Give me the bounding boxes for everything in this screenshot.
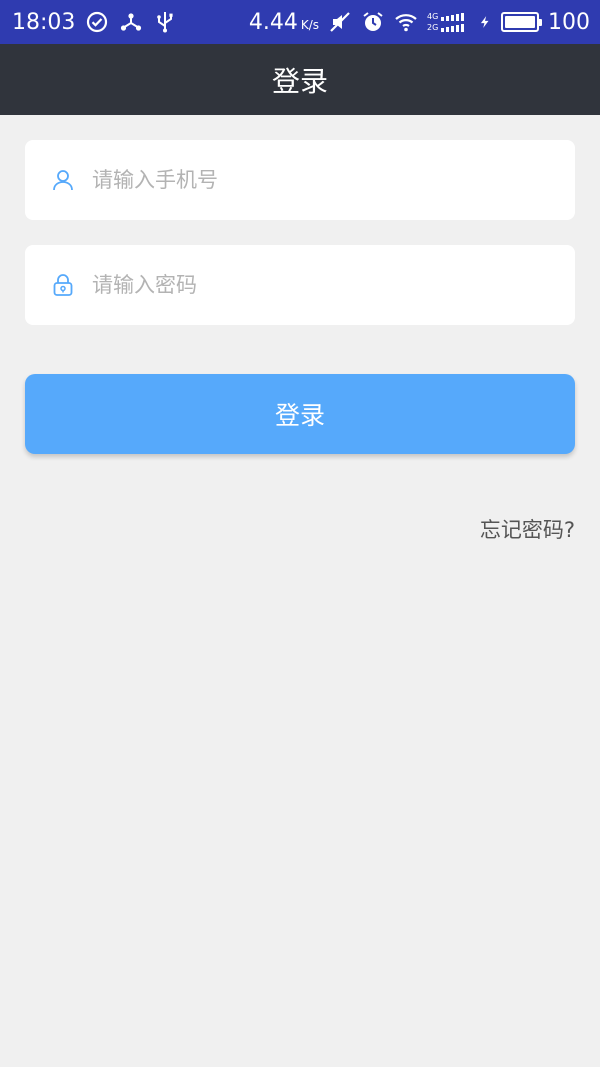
app-bar: 登录 <box>0 44 600 115</box>
status-bar-left: 18:03 <box>12 10 177 35</box>
forgot-password-link[interactable]: 忘记密码? <box>480 514 575 544</box>
network-speed-unit: K/s <box>300 17 319 32</box>
status-bar-right: 4.44 K/s 4G 2G 100 <box>249 9 590 35</box>
usb-icon <box>157 12 174 33</box>
check-circle-icon <box>87 11 108 33</box>
wifi-icon <box>395 14 417 32</box>
signal-icon: 4G 2G <box>427 9 469 35</box>
status-time: 18:03 <box>12 9 76 35</box>
page-title: 登录 <box>271 64 328 98</box>
password-field[interactable] <box>25 245 575 325</box>
password-input[interactable] <box>92 260 532 310</box>
network-speed: 4.44 K/s <box>249 10 319 35</box>
battery-level: 100 <box>548 9 590 35</box>
signal-bottom-label: 2G <box>427 22 439 32</box>
signal-top-label: 4G <box>427 11 439 21</box>
charging-icon <box>480 16 489 28</box>
network-speed-value: 4.44 <box>248 9 298 35</box>
user-icon <box>50 167 76 193</box>
phone-input[interactable] <box>92 155 532 205</box>
phone-field[interactable] <box>25 140 575 220</box>
network-share-icon <box>121 13 142 31</box>
status-bar: 18:03 4.44 K/s 4G 2G 100 <box>0 0 600 44</box>
lock-icon <box>50 272 76 298</box>
mute-icon <box>330 12 350 32</box>
battery-icon <box>501 12 542 32</box>
alarm-icon <box>363 12 383 31</box>
login-button[interactable]: 登录 <box>25 374 575 454</box>
